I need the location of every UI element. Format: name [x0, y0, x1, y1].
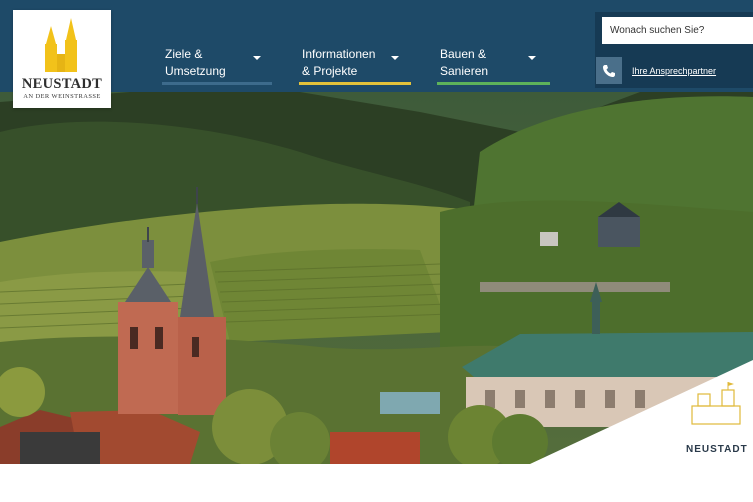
search-input[interactable] [602, 17, 753, 44]
nav-label: Bauen & Sanieren [440, 47, 489, 78]
nav-underline [299, 82, 411, 85]
contact-link[interactable]: Ihre Ansprechpartner [632, 66, 716, 76]
site-logo[interactable]: NEUSTADT AN DER WEINSTRASSE [13, 10, 111, 108]
phone-icon[interactable] [596, 57, 622, 84]
nav-underline [162, 82, 272, 85]
chevron-down-icon [528, 56, 536, 60]
nav-bauen-sanieren[interactable]: Bauen & Sanieren [437, 46, 550, 86]
nav-informationen-projekte[interactable]: Informationen & Projekte [299, 46, 411, 86]
nav-label: Ziele & Umsetzung [165, 47, 226, 78]
church-towers-logo-icon [45, 18, 77, 72]
nav-underline [437, 82, 550, 85]
nav-label: Informationen & Projekte [302, 47, 376, 78]
corner-logo-text: NEUSTADT [686, 444, 748, 455]
nav-ziele-umsetzung[interactable]: Ziele & Umsetzung [162, 46, 272, 86]
logo-subtitle: AN DER WEINSTRASSE [23, 93, 101, 100]
page-bottom-strip [0, 464, 753, 502]
logo-name: NEUSTADT [21, 76, 103, 92]
chevron-down-icon [253, 56, 261, 60]
chevron-down-icon [391, 56, 399, 60]
